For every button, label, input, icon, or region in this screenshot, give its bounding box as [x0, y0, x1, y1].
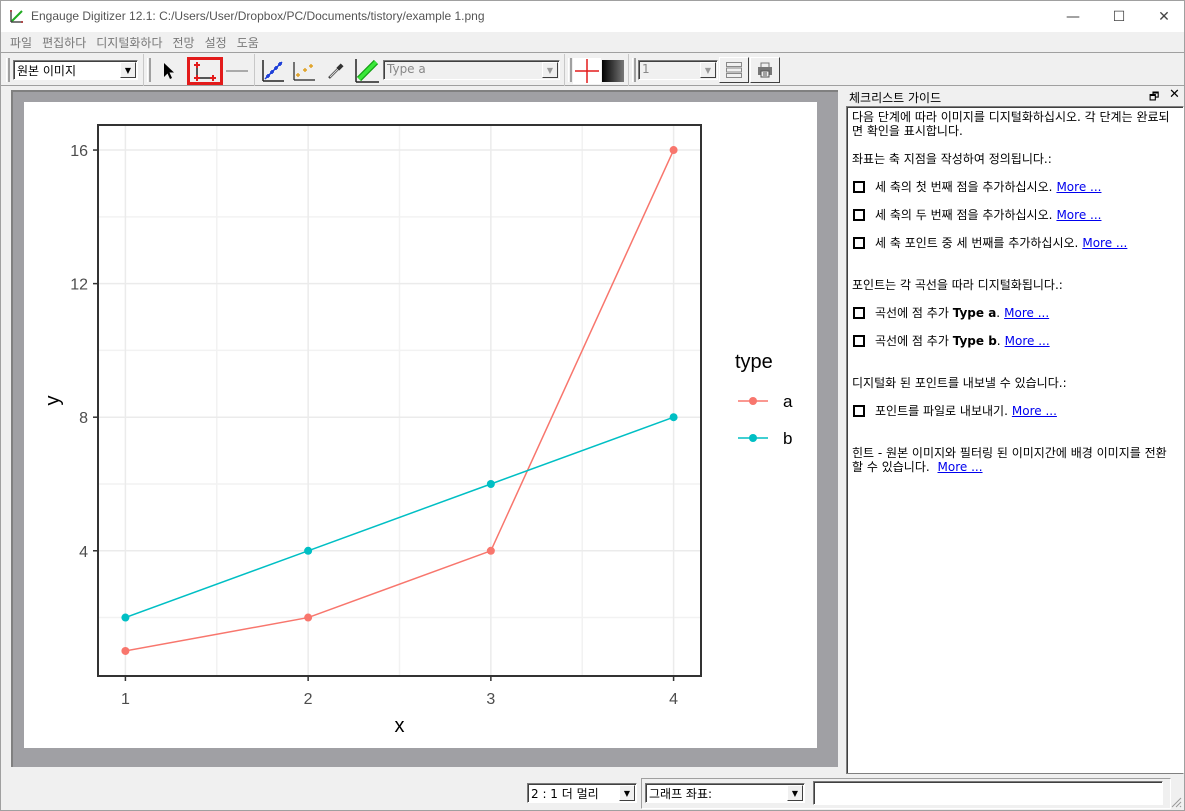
data-point-a [669, 146, 678, 155]
y-tick-label: 8 [79, 410, 88, 427]
close-icon: ✕ [1158, 8, 1170, 25]
ticks-layer: 1 2 3 4481216 [70, 143, 678, 708]
more-link[interactable]: More ... [938, 460, 983, 474]
curve-section-heading: 포인트는 각 곡선을 따라 디지털화됩니다.: [852, 278, 1063, 292]
legend: ab [738, 392, 793, 448]
checklist-guide-panel: 다음 단계에 따라 이미지를 디지털화하십시오. 각 단계는 완료되면 확인을 … [846, 106, 1184, 774]
checklist-item-text: 세 축의 첫 번째 점을 추가하십시오. [875, 180, 1053, 194]
checklist-item: 세 축 포인트 중 세 번째를 추가하십시오. More ... [852, 236, 1178, 250]
checklist-item-text: 세 축의 두 번째 점을 추가하십시오. [875, 208, 1053, 222]
hint-body: 힌트 - 원본 이미지와 필터링 된 이미지간에 배경 이미지를 전환 할 수 … [852, 446, 1167, 474]
more-link[interactable]: More ... [1056, 208, 1101, 222]
more-link[interactable]: More ... [1012, 404, 1057, 418]
checkbox[interactable] [853, 209, 865, 221]
legend-key-point-a [749, 397, 757, 405]
checkbox[interactable] [853, 181, 865, 193]
checkbox[interactable] [853, 307, 865, 319]
export-section-heading: 디지털화 된 포인트를 내보낼 수 있습니다.: [852, 376, 1067, 390]
more-link[interactable]: More ... [1082, 236, 1127, 250]
resize-grip-icon[interactable] [1170, 796, 1182, 808]
checklist-item: 곡선에 점 추가 Type b. More ... [852, 334, 1178, 348]
checkbox[interactable] [853, 335, 865, 347]
y-tick-label: 16 [70, 143, 88, 160]
dropdown-arrow-icon[interactable]: ▼ [619, 785, 635, 801]
grid-minor [98, 125, 701, 676]
legend-label-b: b [783, 429, 792, 448]
checkbox[interactable] [853, 405, 865, 417]
app-window: Engauge Digitizer 12.1: C:/Users/User/Dr… [0, 0, 1185, 811]
checklist-item-text: 포인트를 파일로 내보내기. [875, 404, 1008, 418]
checklist-intro: 다음 단계에 따라 이미지를 디지털화하십시오. 각 단계는 완료되면 확인을 … [852, 110, 1170, 138]
checklist-item: 세 축의 두 번째 점을 추가하십시오. More ... [852, 208, 1178, 222]
data-point-a [486, 546, 495, 555]
minimize-icon: — [1066, 8, 1080, 25]
curve-name: Type b [952, 334, 997, 348]
axis-section-heading: 좌표는 축 지점을 작성하여 정의됩니다.: [852, 152, 1052, 166]
checklist-item-text: 곡선에 점 추가 [875, 334, 949, 348]
checkbox[interactable] [853, 237, 865, 249]
zoom-select[interactable]: 2 : 1 더 멀리 ▼ [527, 783, 637, 803]
data-point-a [304, 613, 313, 622]
dropdown-arrow-icon[interactable]: ▼ [787, 785, 803, 801]
coordinate-mode-value: 그래프 좌표: [649, 787, 713, 801]
more-link[interactable]: More ... [1056, 180, 1101, 194]
legend-title: type [735, 351, 773, 373]
data-point-b [121, 613, 130, 622]
zoom-select-value: 2 : 1 더 멀리 [531, 787, 599, 801]
y-axis-label: y [42, 396, 64, 406]
data-point-a [121, 646, 130, 655]
data-point-b [486, 479, 495, 488]
chart-plot: 1 2 3 4481216 x y type ab [42, 124, 793, 737]
more-link[interactable]: More ... [1005, 334, 1050, 348]
close-button[interactable]: ✕ [1141, 1, 1185, 32]
float-window-icon[interactable]: 🗗 [1149, 88, 1159, 107]
x-tick-label: 3 [486, 691, 495, 708]
y-tick-label: 4 [79, 544, 88, 561]
x-axis-label: x [395, 715, 405, 737]
checklist-title: 체크리스트 가이드 [849, 91, 942, 105]
legend-label-a: a [783, 392, 793, 411]
dock-close-icon[interactable]: ✕ [1169, 87, 1180, 102]
curve-name: Type a [952, 306, 997, 320]
checklist-item-text: 세 축 포인트 중 세 번째를 추가하십시오. [875, 236, 1079, 250]
maximize-button[interactable]: ☐ [1096, 1, 1142, 32]
y-tick-label: 12 [70, 277, 88, 294]
checklist-item: 포인트를 파일로 내보내기. More ... [852, 404, 1178, 418]
hint-text: 힌트 - 원본 이미지와 필터링 된 이미지간에 배경 이미지를 전환 할 수 … [852, 446, 1178, 474]
more-link[interactable]: More ... [1004, 306, 1049, 320]
minimize-button[interactable]: — [1050, 1, 1096, 32]
data-point-b [304, 546, 313, 555]
checklist-item: 세 축의 첫 번째 점을 추가하십시오. More ... [852, 180, 1178, 194]
coordinates-readout [813, 781, 1163, 805]
coordinate-mode-select[interactable]: 그래프 좌표: ▼ [645, 783, 805, 803]
checklist-item: 곡선에 점 추가 Type a. More ... [852, 306, 1178, 320]
data-point-b [669, 413, 678, 422]
checklist-dock-header: 체크리스트 가이드 🗗 ✕ [847, 87, 1185, 105]
checklist-item-text: 곡선에 점 추가 [875, 306, 949, 320]
maximize-icon: ☐ [1112, 8, 1126, 25]
x-tick-label: 4 [669, 691, 678, 708]
x-tick-label: 1 [121, 691, 130, 708]
x-tick-label: 2 [304, 691, 313, 708]
legend-key-point-b [749, 434, 757, 442]
